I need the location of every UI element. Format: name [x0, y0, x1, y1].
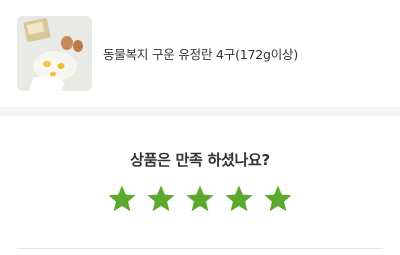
star-4[interactable]	[224, 184, 254, 214]
star-2[interactable]	[146, 184, 176, 214]
product-thumbnail	[17, 16, 92, 91]
star-1[interactable]	[107, 184, 137, 214]
star-5[interactable]	[263, 184, 293, 214]
rating-question: 상품은 만족 하셨나요?	[130, 151, 270, 169]
rating-section: 상품은 만족 하셨나요?	[0, 116, 400, 255]
product-summary: 동물복지 구운 유정란 4구(172g이상)	[0, 0, 400, 107]
star-3[interactable]	[185, 184, 215, 214]
egg-photo-icon	[17, 16, 92, 91]
product-name: 동물복지 구운 유정란 4구(172g이상)	[103, 47, 299, 62]
star-icon	[264, 185, 292, 212]
review-page: 동물복지 구운 유정란 4구(172g이상) 상품은 만족 하셨나요?	[0, 0, 400, 255]
star-icon	[108, 185, 136, 212]
star-rating	[0, 184, 400, 214]
star-icon	[186, 185, 214, 212]
bottom-divider	[17, 248, 383, 249]
star-icon	[225, 185, 253, 212]
section-divider-band	[0, 107, 400, 116]
star-icon	[147, 185, 175, 212]
